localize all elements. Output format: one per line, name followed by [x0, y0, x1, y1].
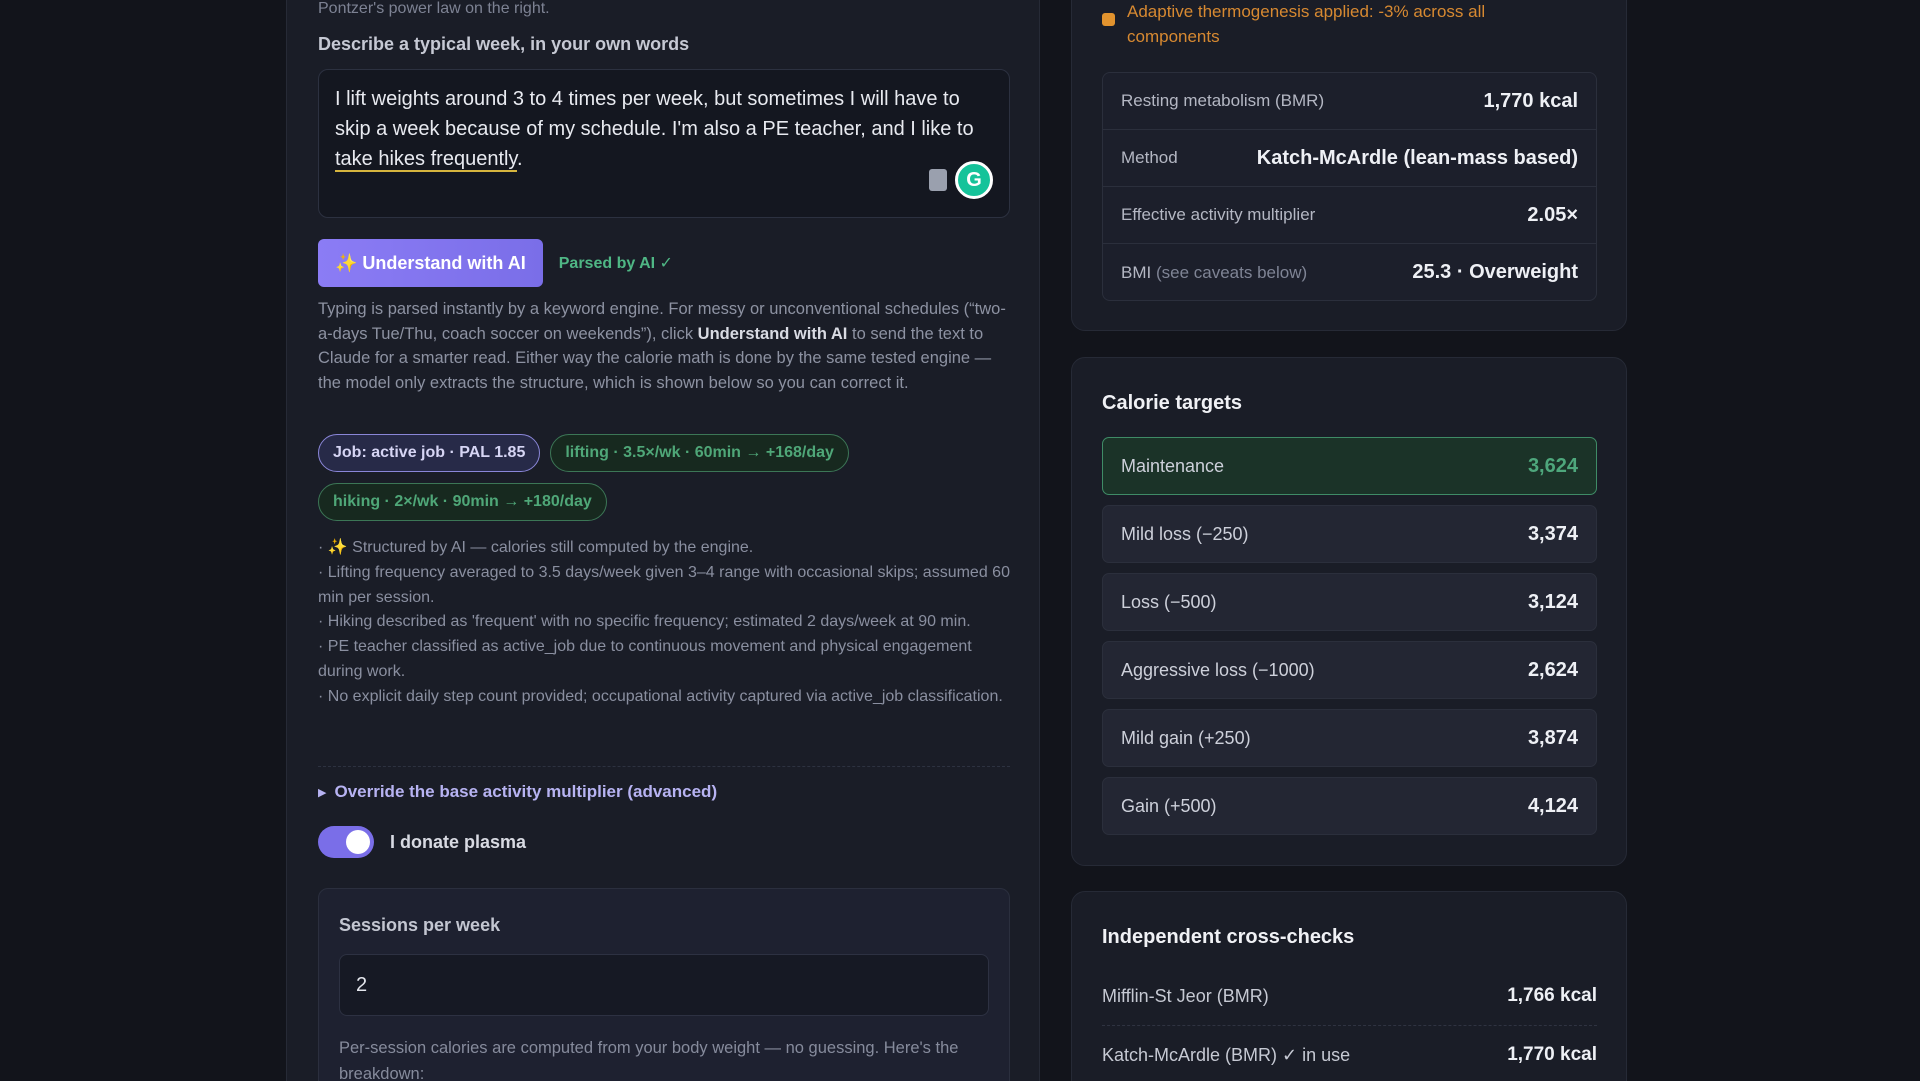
target-label: Mild loss (−250)	[1121, 523, 1249, 544]
summary-value: 25.3 · Overweight	[1412, 261, 1578, 283]
plasma-toggle[interactable]	[318, 826, 374, 858]
target-label: Loss (−500)	[1121, 591, 1217, 612]
intro-text: Pontzer's power law on the right.	[318, 0, 550, 17]
summary-value: 1,770 kcal	[1483, 89, 1578, 112]
target-row[interactable]: Aggressive loss (−1000) 2,624	[1102, 641, 1597, 699]
disclosure-triangle-icon: ▶	[318, 786, 327, 799]
summary-label: BMI (see caveats below)	[1121, 263, 1307, 283]
clipboard-icon[interactable]	[929, 169, 947, 191]
warning-text: Adaptive thermogenesis applied: -3% acro…	[1127, 2, 1486, 46]
ai-notes: · ✨ Structured by AI — calories still co…	[318, 536, 1010, 710]
cross-check-label: Katch-McArdle (BMR) ✓ in use	[1102, 1044, 1351, 1065]
adaptive-warning: Adaptive thermogenesis applied: -3% acro…	[1102, 0, 1582, 49]
ai-note: · Lifting frequency averaged to 3.5 days…	[318, 563, 1010, 606]
target-row[interactable]: Loss (−500) 3,124	[1102, 573, 1597, 631]
target-label: Maintenance	[1121, 455, 1225, 476]
summary-value: 2.05×	[1527, 203, 1578, 226]
ai-note: · PE teacher classified as active_job du…	[318, 638, 972, 680]
target-value: 3,874	[1527, 726, 1578, 749]
week-text-part-2: .	[516, 148, 523, 170]
cross-check-label: Mifflin-St Jeor (BMR)	[1102, 985, 1269, 1006]
activity-form-panel: Pontzer's power law on the right. Descri…	[286, 0, 1040, 1081]
cross-checks-card: Independent cross-checks Mifflin-St Jeor…	[1071, 891, 1627, 1081]
plasma-label: I donate plasma	[390, 831, 527, 852]
summary-row: Method Katch-McArdle (lean-mass based)	[1103, 130, 1596, 187]
cross-check-value: 1,770 kcal	[1507, 1044, 1597, 1065]
parser-help-text: Typing is parsed instantly by a keyword …	[318, 297, 1010, 395]
target-label: Gain (+500)	[1121, 795, 1217, 816]
plasma-sessions-box: Sessions per week 2 Per-session calories…	[318, 888, 1010, 1081]
target-label: Aggressive loss (−1000)	[1121, 659, 1315, 680]
toggle-knob	[346, 830, 370, 854]
hiking-chip[interactable]: hiking · 2×/wk · 90min → +180/day	[318, 483, 607, 521]
target-row[interactable]: Mild loss (−250) 3,374	[1102, 505, 1597, 563]
help-text-bold: Understand with AI	[697, 324, 848, 343]
textarea-tools: G	[929, 161, 993, 199]
target-value: 3,124	[1527, 590, 1578, 613]
target-value: 4,124	[1527, 794, 1578, 817]
target-value: 2,624	[1527, 658, 1578, 681]
understand-with-ai-button[interactable]: ✨ Understand with AI	[318, 239, 543, 287]
summary-label: Resting metabolism (BMR)	[1121, 91, 1325, 110]
lifting-chip[interactable]: lifting · 3.5×/wk · 60min → +168/day	[550, 434, 849, 472]
ai-note: · Hiking described as 'frequent' with no…	[318, 613, 971, 631]
override-multiplier-toggle[interactable]: ▶ Override the base activity multiplier …	[318, 782, 1010, 802]
sessions-input[interactable]: 2	[339, 954, 989, 1016]
week-description-textarea[interactable]: I lift weights around 3 to 4 times per w…	[318, 69, 1010, 218]
target-row[interactable]: Gain (+500) 4,124	[1102, 777, 1597, 835]
cross-check-value: 1,766 kcal	[1507, 985, 1597, 1006]
summary-row: Effective activity multiplier 2.05×	[1103, 187, 1596, 244]
summary-row: Resting metabolism (BMR) 1,770 kcal	[1103, 73, 1596, 130]
summary-label: Method	[1121, 148, 1178, 167]
summary-card: Adaptive thermogenesis applied: -3% acro…	[1071, 0, 1627, 331]
parsed-chips: Job: active job · PAL 1.85 lifting · 3.5…	[318, 434, 1018, 521]
target-value: 3,624	[1527, 454, 1578, 477]
target-row[interactable]: Maintenance 3,624	[1102, 437, 1597, 495]
target-value: 3,374	[1527, 522, 1578, 545]
cross-check-row: Katch-McArdle (BMR) ✓ in use 1,770 kcal	[1102, 1026, 1597, 1081]
target-row[interactable]: Mild gain (+250) 3,874	[1102, 709, 1597, 767]
grammarly-icon[interactable]: G	[955, 161, 993, 199]
week-text-part-1: I lift weights around 3 to 4 times per w…	[335, 88, 974, 140]
parsed-status: Parsed by AI ✓	[558, 255, 673, 272]
cross-check-row: Mifflin-St Jeor (BMR) 1,766 kcal	[1102, 967, 1597, 1026]
cross-checks-list: Mifflin-St Jeor (BMR) 1,766 kcal Katch-M…	[1102, 967, 1597, 1081]
ai-note: · No explicit daily step count provided;…	[318, 687, 1003, 705]
week-description-label: Describe a typical week, in your own wor…	[318, 34, 690, 54]
target-label: Mild gain (+250)	[1121, 727, 1251, 748]
summary-value: Katch-McArdle (lean-mass based)	[1256, 146, 1578, 169]
divider	[318, 766, 1010, 767]
summary-row: BMI (see caveats below) 25.3 · Overweigh…	[1103, 244, 1596, 301]
sessions-help: Per-session calories are computed from y…	[339, 1039, 959, 1081]
targets-list: Maintenance 3,624 Mild loss (−250) 3,374…	[1102, 437, 1597, 845]
bmi-label: BMI	[1121, 262, 1152, 282]
warning-icon	[1102, 13, 1115, 26]
override-label: Override the base activity multiplier (a…	[334, 782, 718, 801]
ai-action-row: ✨ Understand with AI Parsed by AI ✓	[318, 239, 1010, 287]
job-chip[interactable]: Job: active job · PAL 1.85	[318, 434, 541, 472]
plasma-row: I donate plasma	[318, 826, 1010, 858]
sessions-label: Sessions per week	[339, 915, 501, 935]
calorie-targets-title: Calorie targets	[1102, 392, 1243, 414]
cross-checks-title: Independent cross-checks	[1102, 926, 1355, 948]
ai-note: · ✨ Structured by AI — calories still co…	[318, 539, 754, 556]
summary-label: Effective activity multiplier	[1121, 205, 1316, 224]
bmi-caveat-note: (see caveats below)	[1155, 262, 1308, 282]
summary-table: Resting metabolism (BMR) 1,770 kcal Meth…	[1102, 72, 1597, 301]
week-text-underlined: take hikes frequently	[335, 148, 517, 172]
calorie-targets-card: Calorie targets Maintenance 3,624 Mild l…	[1071, 357, 1627, 866]
